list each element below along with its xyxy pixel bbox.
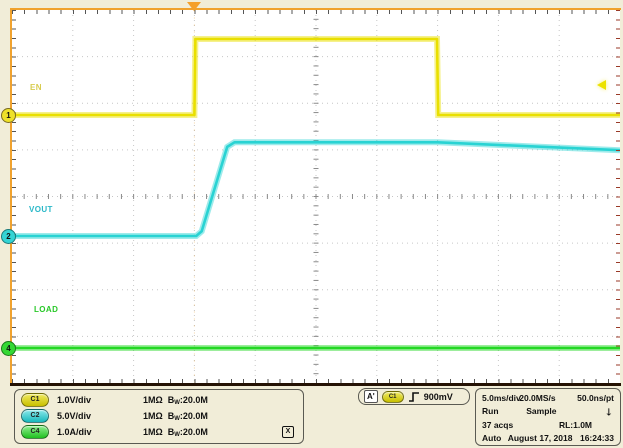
acqs-count: 37 acqs [482,420,513,430]
trigger-readout-box[interactable]: A' C1 900mV [358,388,470,405]
graticule-border-bottom [10,383,621,386]
run-state: Run [482,406,499,416]
waveform-plot [12,10,620,383]
channel-1-coupling: 1MΩ BW:20.0M [143,395,208,406]
trigger-mode: Auto [482,433,501,443]
waveform-screen [12,10,620,383]
channel-2-settings-row[interactable]: C2 5.0V/div 1MΩ BW:20.0M [15,408,303,424]
trigger-source-badge: C1 [382,391,404,403]
trace-vout [12,142,620,236]
resolution-value: 50.0ns/pt [577,393,614,403]
channel-1-badge[interactable]: C1 [21,393,49,407]
channel-settings-box: C1 1.0V/div 1MΩ BW:20.0M C2 5.0V/div 1MΩ… [14,389,304,444]
datetime-row: Auto August 17, 2018 16:24:33 [482,432,614,446]
minor-ticks-top [12,10,620,14]
oscilloscope-display: { "colors": { "background": "#f1edd8", "… [0,0,623,448]
acquisition-mode: Sample [526,406,556,416]
timebase-row: 5.0ms/div 20.0MS/s 50.0ns/pt [482,391,614,405]
minor-ticks-left [12,10,16,383]
run-state-row: Run Sample ↓ [482,405,614,419]
channel-4-badge[interactable]: C4 [21,425,49,439]
channel-1-zero-marker[interactable]: 1 [1,108,16,123]
channel-1-settings-row[interactable]: C1 1.0V/div 1MΩ BW:20.0M [15,392,303,408]
trace-label-en: EN [30,83,42,92]
sample-rate-value: 20.0MS/s [519,393,555,403]
down-arrow-icon: ↓ [605,404,613,418]
trigger-a-label: A' [364,390,378,403]
timebase-value: 5.0ms/div [482,393,521,403]
channel-2-scale: 5.0V/div [57,411,115,421]
trigger-level-value: 900mV [424,392,453,402]
channel-4-coupling: 1MΩ BW:20.0M [143,427,208,438]
channel-4-zero-marker[interactable]: 4 [1,341,16,356]
channel-2-coupling: 1MΩ BW:20.0M [143,411,208,422]
trace-label-load: LOAD [34,305,58,314]
channel-1-scale: 1.0V/div [57,395,115,405]
boxed-x-icon[interactable]: X [282,426,294,438]
channel-4-scale: 1.0A/div [57,427,115,437]
time-value: 16:24:33 [580,433,614,443]
minor-ticks-bottom [12,379,620,383]
channel-2-badge[interactable]: C2 [21,409,49,423]
channel-4-settings-row[interactable]: C4 1.0A/div 1MΩ BW:20.0M X [15,424,303,440]
channel-2-zero-marker[interactable]: 2 [1,229,16,244]
trace-vout-halo [12,142,620,236]
trigger-position-marker[interactable] [187,2,201,11]
acquisitions-row: 37 acqs RL:1.0M [482,418,614,432]
minor-ticks-right [616,10,620,383]
trigger-level-marker[interactable] [597,80,606,90]
acquisition-readout-box: 5.0ms/div 20.0MS/s 50.0ns/pt Run Sample … [475,388,621,446]
date-value: August 17, 2018 [508,433,573,443]
trace-label-vout: VOUT [29,205,53,214]
record-length: RL:1.0M [559,420,592,430]
rising-edge-icon [408,391,420,403]
